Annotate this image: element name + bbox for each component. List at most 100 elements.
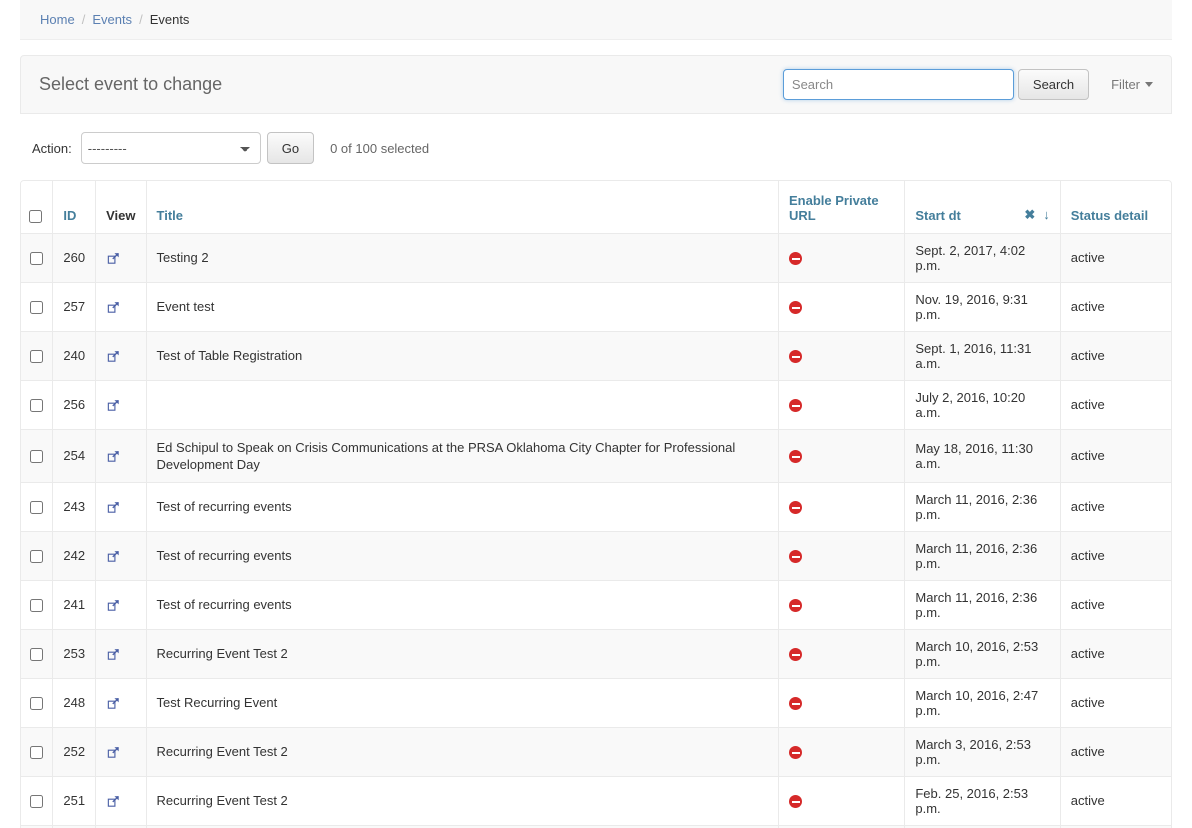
cell-enable-private-url xyxy=(778,629,906,679)
cell-view[interactable] xyxy=(95,531,147,581)
column-header-title-link[interactable]: Title xyxy=(157,208,184,223)
cell-enable-private-url xyxy=(778,282,906,332)
deny-circle-icon xyxy=(789,450,802,464)
row-checkbox[interactable] xyxy=(30,697,44,711)
row-checkbox[interactable] xyxy=(30,399,44,413)
column-header-start-dt-link[interactable]: Start dt xyxy=(915,208,961,223)
row-checkbox[interactable] xyxy=(30,648,44,662)
cell-start-dt: March 3, 2016, 2:53 p.m. xyxy=(904,727,1061,777)
filter-toggle[interactable]: Filter xyxy=(1111,77,1153,92)
row-checkbox[interactable] xyxy=(30,252,44,266)
cell-title: Test of recurring events xyxy=(146,531,780,581)
external-link-icon[interactable] xyxy=(106,647,121,662)
row-checkbox[interactable] xyxy=(30,301,44,315)
cell-status-detail: active xyxy=(1060,233,1171,283)
cell-start-dt: May 18, 2016, 11:30 a.m. xyxy=(904,429,1061,483)
breadcrumb-item-home[interactable]: Home xyxy=(40,12,75,27)
cell-status-detail: active xyxy=(1060,629,1171,679)
column-header-enable-private-url[interactable]: Enable Private URL xyxy=(778,181,906,234)
results-table-container: ID View Title Enable Private URL Start d… xyxy=(20,180,1172,828)
sort-descending-icon[interactable]: ↓ xyxy=(1043,208,1050,221)
table-row: 257 Event test Nov. 19, 2016, 9:31 p.m. act… xyxy=(21,282,1171,332)
external-link-icon[interactable] xyxy=(106,745,121,760)
row-checkbox[interactable] xyxy=(30,746,44,760)
cell-view[interactable] xyxy=(95,629,147,679)
cell-title: Recurring Event Test 2 xyxy=(146,776,780,826)
cell-view[interactable] xyxy=(95,331,147,381)
row-select-cell xyxy=(21,580,54,630)
row-checkbox[interactable] xyxy=(30,795,44,809)
cell-title: Test of recurring events xyxy=(146,482,780,532)
table-body: 260 Testing 2 Sept. 2, 2017, 4:02 p.m. acti… xyxy=(21,233,1171,828)
cell-start-dt: March 11, 2016, 2:36 p.m. xyxy=(904,531,1061,581)
row-checkbox[interactable] xyxy=(30,450,44,464)
row-select-cell xyxy=(21,776,54,826)
external-link-icon[interactable] xyxy=(106,598,121,613)
cell-status-detail: active xyxy=(1060,776,1171,826)
row-checkbox[interactable] xyxy=(30,350,44,364)
cell-view[interactable] xyxy=(95,429,147,483)
deny-circle-icon xyxy=(789,746,802,760)
cell-start-dt: July 2, 2016, 10:20 a.m. xyxy=(904,380,1061,430)
breadcrumb-item-events-app[interactable]: Events xyxy=(92,12,132,27)
external-link-icon[interactable] xyxy=(106,398,121,413)
external-link-icon[interactable] xyxy=(106,449,121,464)
cell-view[interactable] xyxy=(95,282,147,332)
row-select-cell xyxy=(21,282,54,332)
external-link-icon[interactable] xyxy=(106,696,121,711)
external-link-icon[interactable] xyxy=(106,349,121,364)
cell-id: 253 xyxy=(52,629,97,679)
external-link-icon[interactable] xyxy=(106,794,121,809)
row-select-cell xyxy=(21,678,54,728)
external-link-icon[interactable] xyxy=(106,300,121,315)
row-checkbox[interactable] xyxy=(30,501,44,515)
cell-enable-private-url xyxy=(778,776,906,826)
table-row: 253 Recurring Event Test 2 March 10, 2016,… xyxy=(21,629,1171,679)
row-select-cell xyxy=(21,429,54,483)
action-select[interactable]: --------- xyxy=(80,132,261,164)
cell-view[interactable] xyxy=(95,580,147,630)
events-table: ID View Title Enable Private URL Start d… xyxy=(21,181,1171,828)
external-link-icon[interactable] xyxy=(106,251,121,266)
select-all-checkbox[interactable] xyxy=(29,209,42,223)
cell-view[interactable] xyxy=(95,233,147,283)
cell-status-detail: active xyxy=(1060,678,1171,728)
cell-enable-private-url xyxy=(778,429,906,483)
table-row: 260 Testing 2 Sept. 2, 2017, 4:02 p.m. acti… xyxy=(21,233,1171,283)
column-header-id[interactable]: ID xyxy=(52,181,97,234)
row-select-cell xyxy=(21,482,54,532)
cell-id: 254 xyxy=(52,429,97,483)
cell-view[interactable] xyxy=(95,776,147,826)
cell-enable-private-url xyxy=(778,233,906,283)
cell-view[interactable] xyxy=(95,727,147,777)
cell-view[interactable] xyxy=(95,380,147,430)
deny-circle-icon xyxy=(789,301,802,315)
cell-view[interactable] xyxy=(95,482,147,532)
column-header-enable-private-url-link[interactable]: Enable Private URL xyxy=(789,193,879,223)
column-header-start-dt[interactable]: Start dt ✖ ↓ xyxy=(904,181,1061,234)
remove-sort-icon[interactable]: ✖ xyxy=(1024,208,1035,221)
table-row: 242 Test of recurring events March 11, 201… xyxy=(21,531,1171,581)
cell-enable-private-url xyxy=(778,580,906,630)
row-checkbox[interactable] xyxy=(30,550,44,564)
cell-id: 252 xyxy=(52,727,97,777)
sort-controls: ✖ ↓ xyxy=(1014,208,1049,221)
column-header-select-all xyxy=(21,181,54,234)
cell-start-dt: March 11, 2016, 2:36 p.m. xyxy=(904,482,1061,532)
go-button[interactable]: Go xyxy=(266,132,315,164)
cell-title: Test of recurring events xyxy=(146,580,780,630)
row-checkbox[interactable] xyxy=(30,599,44,613)
external-link-icon[interactable] xyxy=(106,500,121,515)
deny-circle-icon xyxy=(789,501,802,515)
column-header-title[interactable]: Title xyxy=(146,181,780,234)
cell-title: Testing 2 xyxy=(146,233,780,283)
row-select-cell xyxy=(21,727,54,777)
column-header-id-link[interactable]: ID xyxy=(63,208,76,223)
column-header-status-detail[interactable]: Status detail xyxy=(1060,181,1171,234)
external-link-icon[interactable] xyxy=(106,549,121,564)
cell-view[interactable] xyxy=(95,678,147,728)
column-header-status-detail-link[interactable]: Status detail xyxy=(1071,208,1148,223)
search-button[interactable]: Search xyxy=(1017,69,1090,100)
search-input[interactable] xyxy=(782,69,1014,100)
table-header-row: ID View Title Enable Private URL Start d… xyxy=(21,181,1171,234)
